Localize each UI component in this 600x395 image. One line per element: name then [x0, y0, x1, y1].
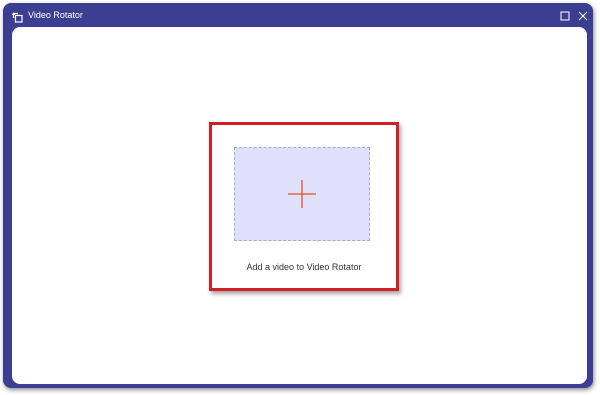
add-video-highlight: Add a video to Video Rotator	[209, 122, 399, 291]
maximize-icon[interactable]	[559, 9, 571, 21]
rotate-app-icon	[11, 10, 23, 23]
window-title: Video Rotator	[28, 10, 83, 20]
add-video-label[interactable]: Add a video to Video Rotator	[212, 261, 396, 273]
add-video-dropzone[interactable]	[234, 147, 370, 241]
close-icon[interactable]	[577, 9, 589, 21]
app-window: Video Rotator Add a video to Video Rotat…	[3, 3, 593, 388]
plus-icon[interactable]	[287, 179, 317, 209]
main-content: Add a video to Video Rotator	[12, 27, 587, 384]
title-bar[interactable]: Video Rotator	[3, 3, 593, 27]
